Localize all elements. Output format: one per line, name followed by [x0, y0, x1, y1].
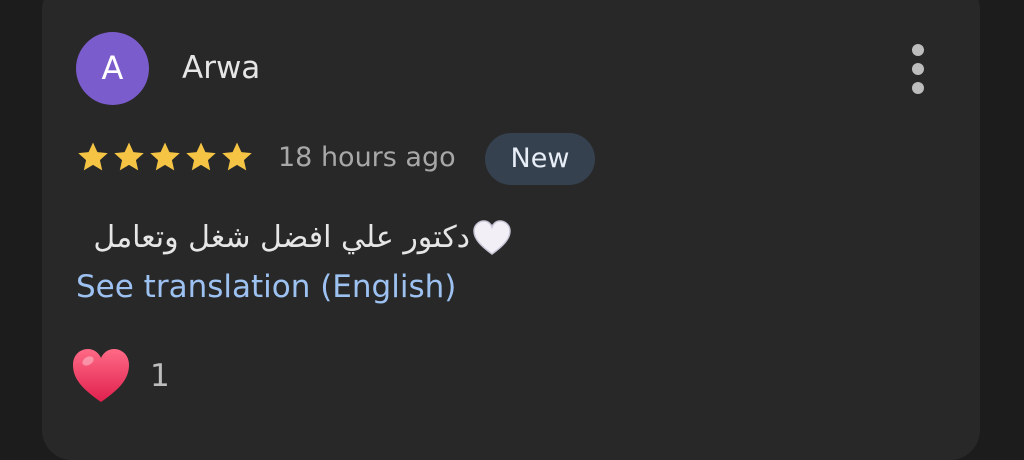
see-translation-link[interactable]: See translation (English) — [76, 265, 456, 309]
white-heart-icon — [473, 220, 511, 255]
review-time: 18 hours ago — [278, 142, 456, 173]
avatar[interactable]: A — [76, 32, 149, 105]
red-heart-icon[interactable] — [70, 345, 132, 407]
star-icon — [186, 142, 216, 171]
star-icon — [78, 142, 108, 171]
star-icon — [114, 142, 144, 171]
more-vertical-icon — [912, 44, 924, 56]
star-icon — [150, 142, 180, 171]
new-badge: New — [485, 133, 595, 185]
star-rating — [76, 139, 254, 177]
review-text: دكتور علي افضل شغل وتعامل — [72, 214, 512, 262]
like-count: 1 — [150, 358, 170, 394]
review-body: دكتور علي افضل شغل وتعامل — [93, 220, 470, 255]
reviewer-name[interactable]: Arwa — [182, 48, 260, 88]
more-options-button[interactable] — [900, 40, 936, 98]
star-icon — [222, 142, 252, 171]
